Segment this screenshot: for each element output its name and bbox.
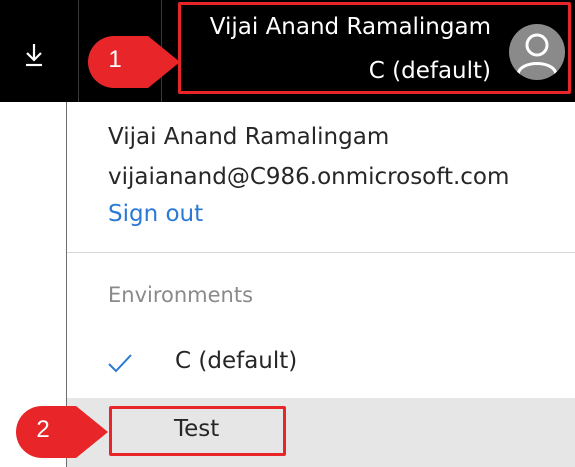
checkmark-icon	[108, 354, 132, 373]
toolbar-divider	[78, 0, 79, 102]
menu-user-name: Vijai Anand Ramalingam	[108, 124, 390, 150]
menu-divider	[67, 252, 575, 253]
environments-heading: Environments	[108, 283, 254, 307]
environment-item-default[interactable]: C (default)	[67, 336, 575, 392]
annotation-highlight-test	[109, 406, 286, 456]
annotation-marker-1: 1	[86, 34, 182, 90]
download-button[interactable]	[12, 38, 56, 72]
annotation-marker-2: 2	[14, 404, 110, 460]
annotation-number: 1	[108, 46, 122, 73]
annotation-highlight-account	[178, 2, 571, 94]
menu-user-email: vijaianand@C986.onmicrosoft.com	[108, 164, 510, 190]
annotation-number: 2	[36, 416, 50, 443]
sign-out-link[interactable]: Sign out	[108, 201, 203, 227]
environment-label: C (default)	[175, 348, 298, 374]
download-arrow-icon	[26, 44, 42, 67]
